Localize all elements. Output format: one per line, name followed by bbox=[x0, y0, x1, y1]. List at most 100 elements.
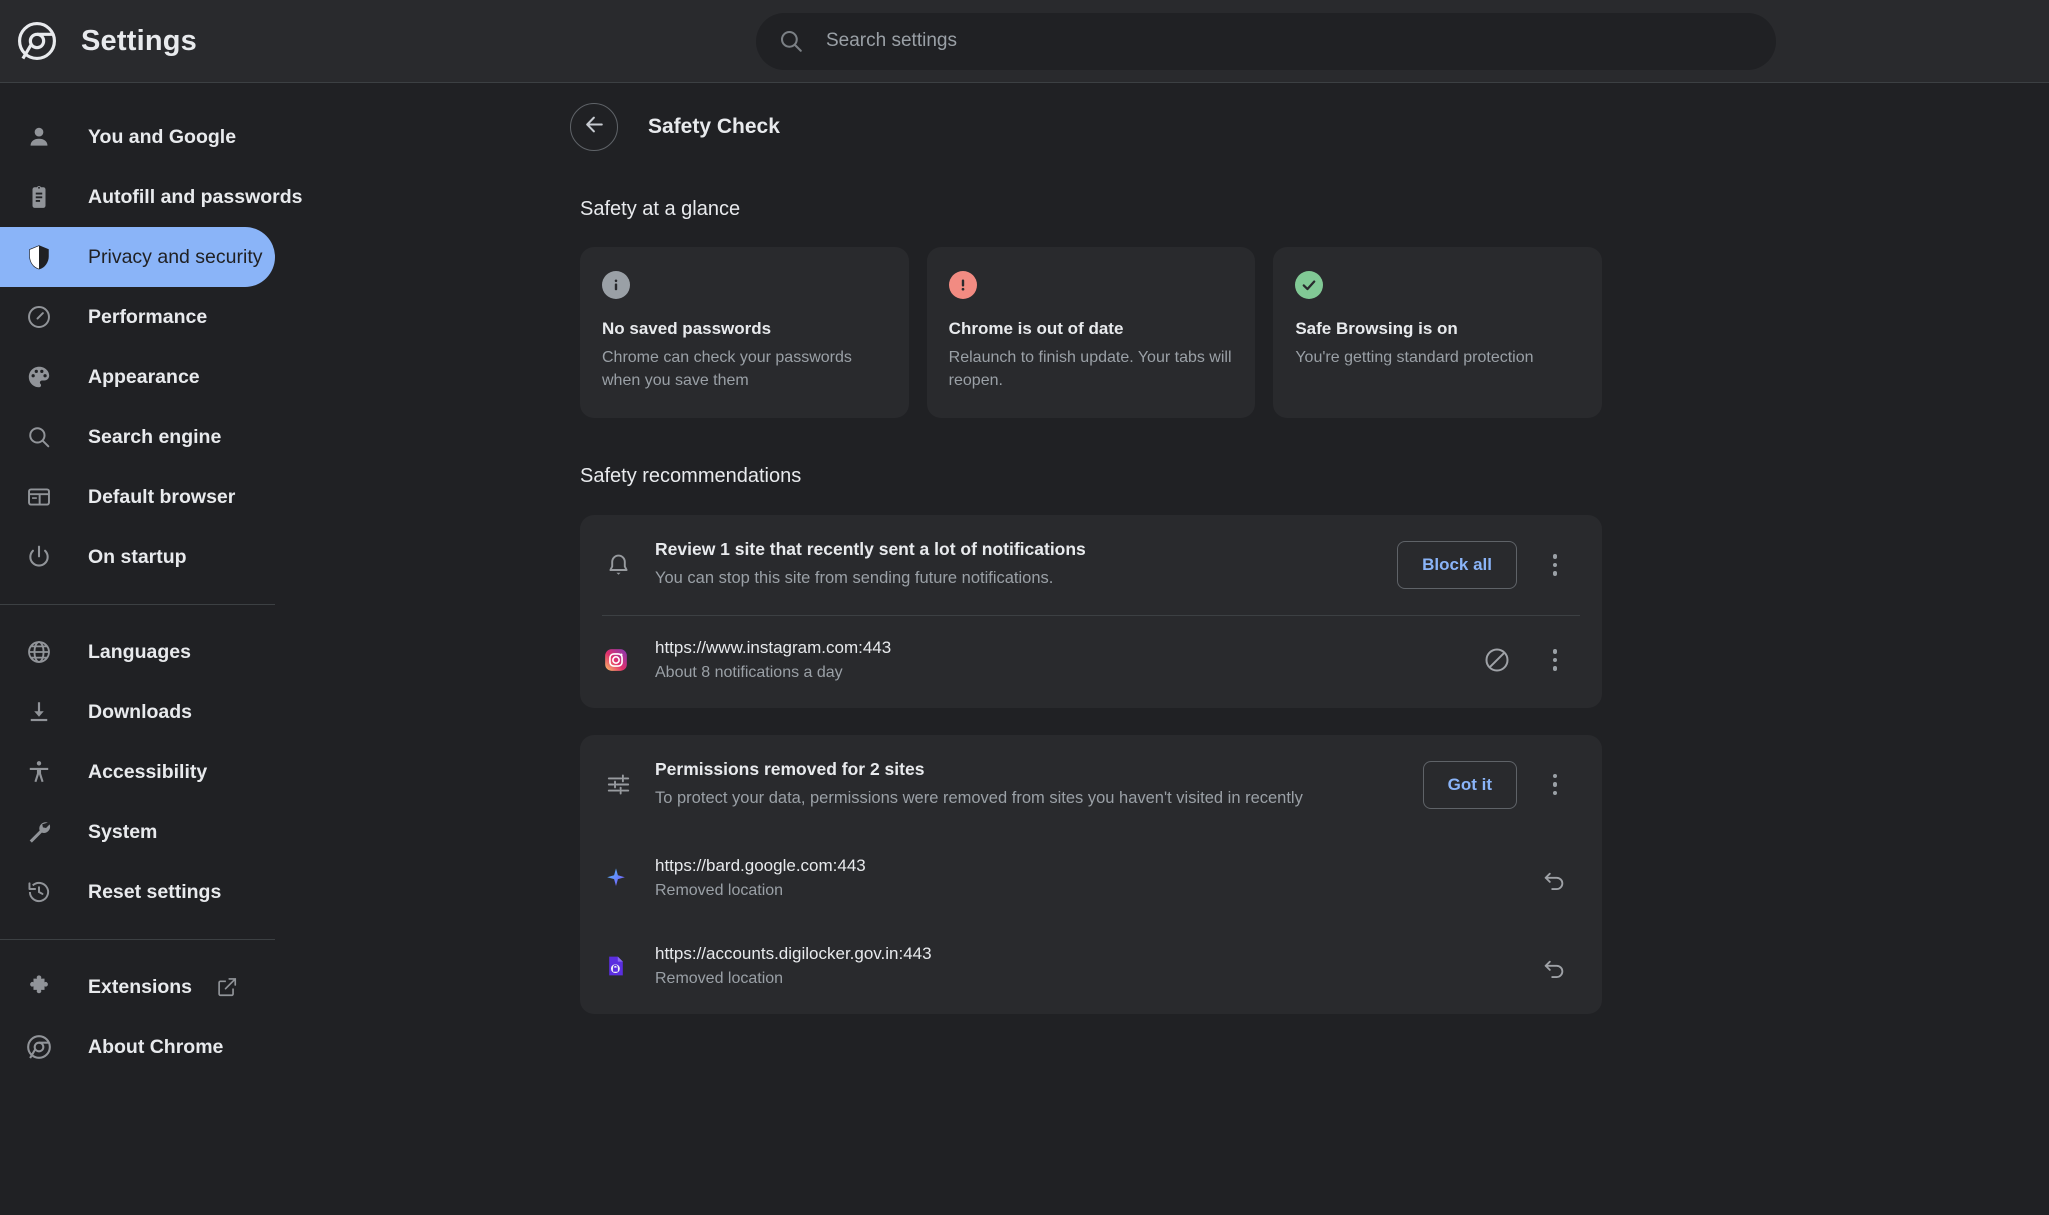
sidebar-item-reset-settings[interactable]: Reset settings bbox=[0, 862, 275, 922]
tune-sliders-icon bbox=[602, 769, 634, 801]
recommendation-title: Permissions removed for 2 sites bbox=[655, 759, 1399, 780]
page-header: Safety Check bbox=[358, 83, 2049, 151]
sidebar-item-search-engine[interactable]: Search engine bbox=[0, 407, 275, 467]
sidebar-item-default-browser[interactable]: Default browser bbox=[0, 467, 275, 527]
sidebar-item-languages[interactable]: Languages bbox=[0, 622, 275, 682]
search-icon bbox=[23, 422, 54, 453]
glance-card-safe-browsing: Safe Browsing is on You're getting stand… bbox=[1273, 247, 1602, 418]
safety-glance-cards: No saved passwords Chrome can check your… bbox=[580, 247, 1602, 418]
sidebar-item-label: Performance bbox=[88, 306, 207, 329]
recommendation-title: Review 1 site that recently sent a lot o… bbox=[655, 539, 1373, 560]
sidebar-item-you-and-google[interactable]: You and Google bbox=[0, 107, 275, 167]
sidebar-item-label: Search engine bbox=[88, 426, 221, 449]
more-vertical-icon[interactable] bbox=[1535, 765, 1575, 805]
sidebar-item-accessibility[interactable]: Accessibility bbox=[0, 742, 275, 802]
site-row: https://bard.google.com:443 Removed loca… bbox=[580, 834, 1602, 922]
info-icon bbox=[602, 271, 630, 299]
shield-icon bbox=[23, 242, 54, 273]
glance-card-desc: Relaunch to finish update. Your tabs wil… bbox=[949, 347, 1234, 392]
sidebar-item-extensions[interactable]: Extensions bbox=[0, 957, 275, 1017]
search-bar[interactable] bbox=[756, 13, 1776, 70]
external-link-icon[interactable] bbox=[216, 976, 238, 998]
block-icon[interactable] bbox=[1477, 640, 1517, 680]
sidebar-item-label: Privacy and security bbox=[88, 246, 262, 269]
digilocker-favicon bbox=[602, 952, 630, 980]
safety-recommendations-heading: Safety recommendations bbox=[580, 465, 2049, 488]
recommendation-subtitle: To protect your data, permissions were r… bbox=[655, 787, 1399, 810]
instagram-favicon bbox=[602, 646, 630, 674]
search-icon bbox=[778, 28, 804, 54]
site-meta: About 8 notifications a day bbox=[655, 664, 1477, 682]
recommendation-card-permissions: Permissions removed for 2 sites To prote… bbox=[580, 735, 1602, 1014]
recommendation-subtitle: You can stop this site from sending futu… bbox=[655, 567, 1373, 590]
site-row: https://accounts.digilocker.gov.in:443 R… bbox=[580, 922, 1602, 1010]
top-bar: Settings bbox=[0, 0, 2049, 83]
undo-icon[interactable] bbox=[1535, 946, 1575, 986]
sidebar-item-autofill-and-passwords[interactable]: Autofill and passwords bbox=[0, 167, 275, 227]
app-title: Settings bbox=[81, 25, 197, 58]
glance-card-title: Chrome is out of date bbox=[949, 319, 1234, 339]
person-icon bbox=[23, 122, 54, 153]
site-meta: Removed location bbox=[655, 970, 1535, 988]
back-button[interactable] bbox=[570, 103, 618, 151]
sidebar-item-downloads[interactable]: Downloads bbox=[0, 682, 275, 742]
site-info: https://bard.google.com:443 Removed loca… bbox=[655, 856, 1535, 900]
sidebar: You and Google Autofill and passwords Pr… bbox=[0, 83, 358, 1215]
sidebar-item-label: Default browser bbox=[88, 486, 235, 509]
more-vertical-icon[interactable] bbox=[1535, 640, 1575, 680]
glance-card-title: No saved passwords bbox=[602, 319, 887, 339]
site-url: https://accounts.digilocker.gov.in:443 bbox=[655, 944, 1535, 964]
site-info: https://accounts.digilocker.gov.in:443 R… bbox=[655, 944, 1535, 988]
check-icon bbox=[1295, 271, 1323, 299]
glance-card-desc: Chrome can check your passwords when you… bbox=[602, 347, 887, 392]
site-info: https://www.instagram.com:443 About 8 no… bbox=[655, 638, 1477, 682]
arrow-left-icon bbox=[582, 112, 607, 142]
more-vertical-icon[interactable] bbox=[1535, 545, 1575, 585]
safety-at-a-glance-heading: Safety at a glance bbox=[580, 198, 2049, 221]
download-icon bbox=[23, 697, 54, 728]
recommendation-text: Permissions removed for 2 sites To prote… bbox=[655, 759, 1423, 810]
sidebar-divider bbox=[0, 604, 275, 605]
sidebar-item-privacy-and-security[interactable]: Privacy and security bbox=[0, 227, 275, 287]
sidebar-item-about-chrome[interactable]: About Chrome bbox=[0, 1017, 275, 1077]
sidebar-divider bbox=[0, 939, 275, 940]
sidebar-item-label: You and Google bbox=[88, 126, 236, 149]
recommendation-header: Permissions removed for 2 sites To prote… bbox=[580, 735, 1602, 834]
sidebar-item-label: On startup bbox=[88, 546, 187, 569]
sidebar-item-performance[interactable]: Performance bbox=[0, 287, 275, 347]
speedometer-icon bbox=[23, 302, 54, 333]
browser-window-icon bbox=[23, 482, 54, 513]
history-restore-icon bbox=[23, 877, 54, 908]
sidebar-item-label: Accessibility bbox=[88, 761, 207, 784]
clipboard-icon bbox=[23, 182, 54, 213]
site-meta: Removed location bbox=[655, 882, 1535, 900]
bell-icon bbox=[602, 549, 634, 581]
power-icon bbox=[23, 542, 54, 573]
recommendation-card-notifications: Review 1 site that recently sent a lot o… bbox=[580, 515, 1602, 707]
page-title: Safety Check bbox=[648, 115, 780, 139]
sidebar-item-label: Reset settings bbox=[88, 881, 221, 904]
globe-icon bbox=[23, 637, 54, 668]
sidebar-item-system[interactable]: System bbox=[0, 802, 275, 862]
glance-card-desc: You're getting standard protection bbox=[1295, 347, 1580, 370]
chrome-logo-icon bbox=[18, 22, 56, 60]
palette-icon bbox=[23, 362, 54, 393]
puzzle-icon bbox=[23, 972, 54, 1003]
recommendation-text: Review 1 site that recently sent a lot o… bbox=[655, 539, 1397, 590]
chrome-logo-icon bbox=[23, 1032, 54, 1063]
block-all-button[interactable]: Block all bbox=[1397, 541, 1517, 589]
site-url: https://bard.google.com:443 bbox=[655, 856, 1535, 876]
brand: Settings bbox=[0, 22, 358, 60]
accessibility-icon bbox=[23, 757, 54, 788]
sidebar-item-appearance[interactable]: Appearance bbox=[0, 347, 275, 407]
exclamation-icon bbox=[949, 271, 977, 299]
search-input[interactable] bbox=[826, 30, 1754, 52]
sidebar-item-label: Autofill and passwords bbox=[88, 186, 303, 209]
sidebar-item-label: Extensions bbox=[88, 976, 192, 999]
sidebar-item-label: About Chrome bbox=[88, 1036, 223, 1059]
undo-icon[interactable] bbox=[1535, 858, 1575, 898]
sidebar-item-label: Downloads bbox=[88, 701, 192, 724]
sidebar-item-label: Languages bbox=[88, 641, 191, 664]
sidebar-item-on-startup[interactable]: On startup bbox=[0, 527, 275, 587]
got-it-button[interactable]: Got it bbox=[1423, 761, 1517, 809]
